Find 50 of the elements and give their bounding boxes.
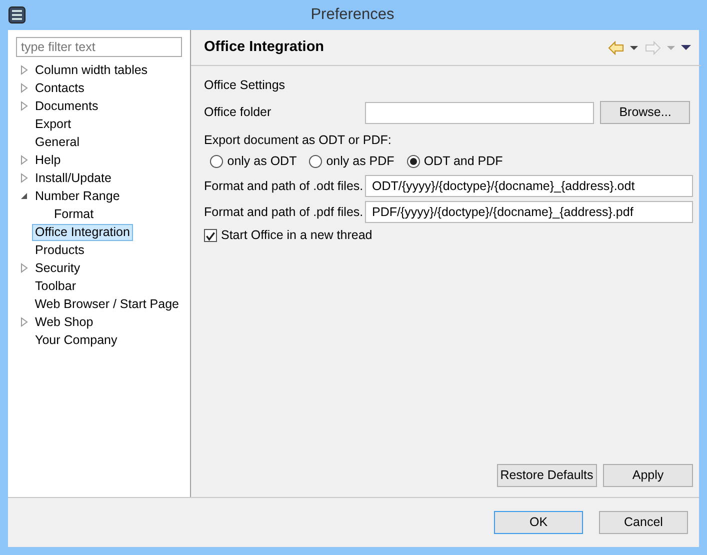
tree-item[interactable]: Help [32,152,64,168]
collapsed-arrow-icon[interactable] [20,65,28,75]
field-label: Format and path of .odt files. [204,178,364,195]
apply-button[interactable]: Apply [603,464,693,487]
dropdown-caret-icon[interactable] [630,46,638,50]
radio-option[interactable]: ODT and PDF [406,152,503,171]
tree-item[interactable]: Toolbar [32,278,79,294]
tree-item[interactable]: Web Browser / Start Page [32,296,182,312]
forward-arrow-icon[interactable] [644,40,660,54]
field-label: Export document as ODT or PDF: [204,132,392,149]
field-label: Office folder [204,104,272,122]
tree-item[interactable]: Your Company [32,332,120,348]
page-title: Office Integration [204,38,326,57]
browse-button[interactable]: Browse... [600,101,690,124]
collapsed-arrow-icon[interactable] [20,263,28,273]
tree-item[interactable]: General [32,134,82,150]
tree-item[interactable]: Format [51,206,97,222]
path-field[interactable]: ODT/{yyyy}/{doctype}/{docname}_{address}.odt [365,175,693,197]
tree-item[interactable]: Export [32,116,74,132]
collapsed-arrow-icon[interactable] [20,83,28,93]
folder-field[interactable] [365,102,594,124]
tree-item[interactable]: Security [32,260,84,276]
collapsed-arrow-icon[interactable] [20,317,28,327]
cancel-button[interactable]: Cancel [599,511,688,534]
tree-item[interactable]: Contacts [32,80,88,96]
ok-button[interactable]: OK [494,511,583,534]
check-icon [205,230,216,243]
tree-item[interactable]: Number Range [32,188,123,204]
app-icon [8,6,26,24]
back-arrow-icon[interactable] [608,40,624,54]
menu-icon[interactable] [681,45,691,50]
section-label: Office Settings [204,77,286,94]
window-title: Preferences [310,5,396,26]
collapsed-arrow-icon[interactable] [20,101,28,111]
expanded-arrow-icon[interactable] [20,192,28,200]
tree-item[interactable]: Products [32,242,88,258]
radio-option[interactable]: only as PDF [309,152,394,171]
collapsed-arrow-icon[interactable] [20,173,28,183]
tree-item[interactable]: Web Shop [32,314,96,330]
tree-item[interactable]: Column width tables [32,62,151,78]
checkbox-option[interactable]: Start Office in a new thread [204,226,693,245]
tree-item[interactable]: Documents [32,98,102,114]
tree-item[interactable]: Office Integration [32,224,133,240]
tree-item[interactable]: Install/Update [32,170,114,186]
path-field[interactable]: PDF/{yyyy}/{doctype}/{docname}_{address}.pdf [365,201,693,223]
filter-field[interactable]: type filter text [16,37,182,57]
field-label: Format and path of .pdf files. [204,204,364,221]
restore-defaults-button[interactable]: Restore Defaults [496,464,597,487]
collapsed-arrow-icon[interactable] [20,155,28,165]
radio-option[interactable]: only as ODT [210,152,297,171]
